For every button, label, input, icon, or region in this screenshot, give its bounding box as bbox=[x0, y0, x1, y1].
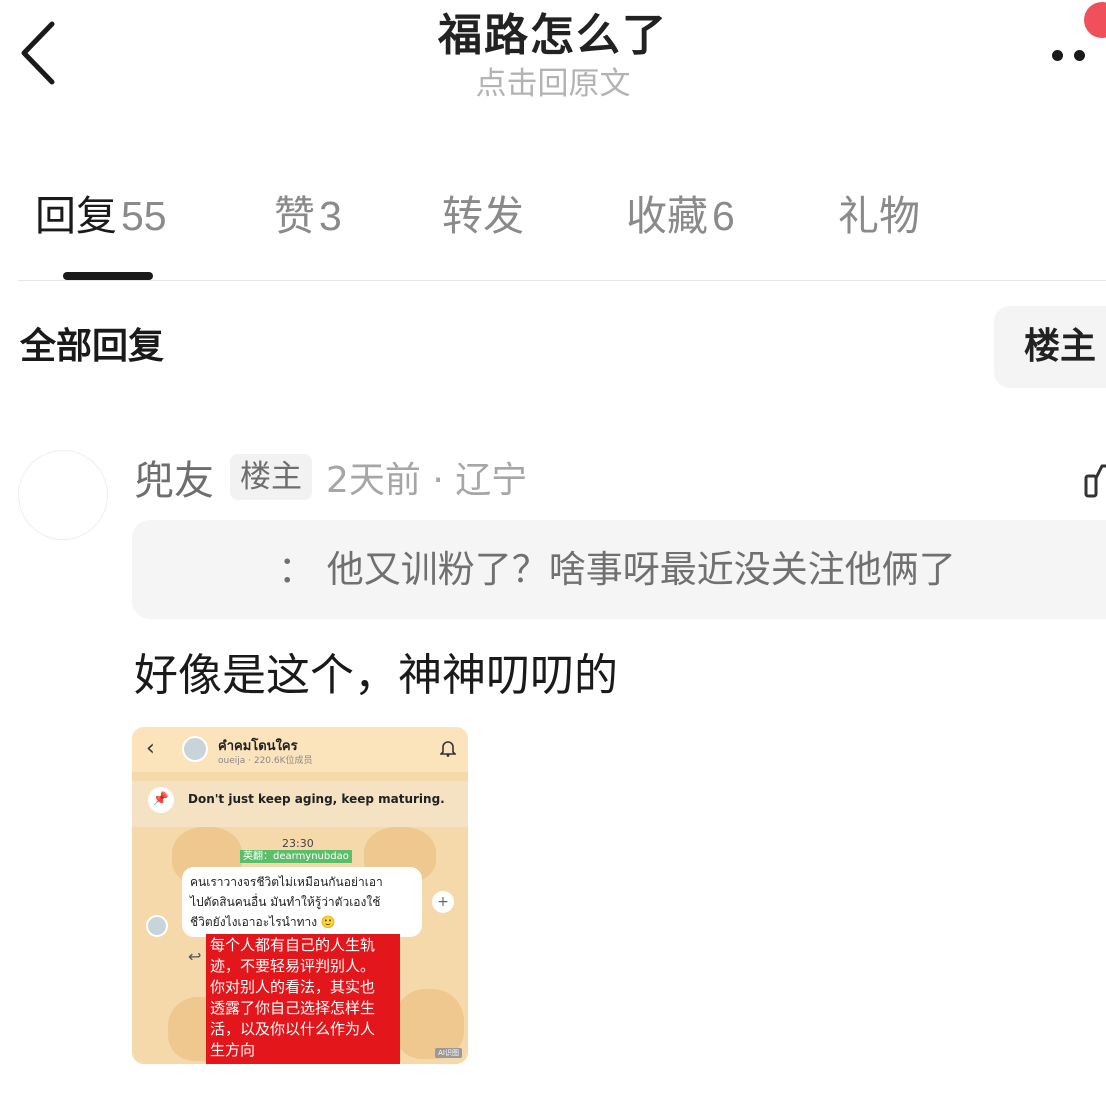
tab-gifts[interactable]: 礼物 bbox=[838, 186, 920, 246]
tab-favorites[interactable]: 收藏6 bbox=[626, 186, 735, 246]
tab-label: 赞 bbox=[274, 192, 315, 240]
tab-bar: 回复55 赞3 转发 收藏6 礼物 bbox=[0, 186, 1106, 246]
embed-message-line: ไปตัดสินคนอื่น มันทำให้รู้ว่าตัวเองใช้ bbox=[190, 895, 381, 909]
op-badge: 楼主 bbox=[230, 454, 312, 500]
notification-badge bbox=[1084, 2, 1106, 38]
embed-add-icon: + bbox=[432, 891, 454, 913]
op-only-toggle[interactable]: 楼主 bbox=[994, 306, 1106, 388]
embed-highlight-line: 透露了你自己选择怎样生 bbox=[210, 999, 376, 1017]
comment-meta: 2天前 · 辽宁 bbox=[326, 460, 528, 501]
post-title: 福路怎么了 bbox=[438, 10, 668, 61]
more-dots-icon-dot bbox=[1074, 50, 1085, 61]
tab-label: 回复 bbox=[35, 192, 117, 240]
tab-count: 6 bbox=[712, 193, 735, 239]
tab-count: 3 bbox=[319, 193, 342, 239]
pin-icon: 📌 bbox=[148, 787, 174, 813]
quoted-text: ： 他又训粉了？啥事呀最近没关注他俩了 bbox=[278, 548, 956, 591]
avatar[interactable] bbox=[18, 450, 108, 540]
comment-header: 兜友 楼主 2天前 · 辽宁 bbox=[134, 452, 528, 504]
embed-highlight-line: 活，以及你以什么作为人 bbox=[210, 1020, 376, 1038]
bell-icon bbox=[440, 741, 456, 757]
embed-sender-avatar bbox=[146, 915, 168, 937]
tab-count: 55 bbox=[121, 193, 167, 239]
embed-message-line: ชีวิตยังไงเอาอะไรนำทาง 🙂 bbox=[190, 915, 336, 929]
embed-highlight-line: 你对别人的看法，其实也 bbox=[210, 978, 376, 996]
embed-reply-icon: ↩ bbox=[188, 947, 202, 966]
tab-replies[interactable]: 回复55 bbox=[35, 186, 167, 246]
active-tab-indicator bbox=[63, 272, 153, 280]
tab-label: 转发 bbox=[442, 192, 524, 240]
like-button[interactable] bbox=[1084, 460, 1106, 500]
view-original-link[interactable]: 点击回原文 bbox=[0, 64, 1106, 104]
embed-time: 23:30 bbox=[282, 837, 314, 850]
embed-channel-sub: oueija · 220.6K位成员 bbox=[218, 756, 313, 766]
attached-image[interactable]: ‹ คำคมโดนใคร oueija · 220.6K位成员 📌 Don't … bbox=[132, 727, 468, 1064]
tab-label: 收藏 bbox=[626, 192, 708, 240]
embed-highlight-line: 迹，不要轻易评判别人。 bbox=[210, 957, 376, 975]
more-dots-icon bbox=[1052, 50, 1063, 61]
embed-watermark: AI识图 bbox=[435, 1048, 462, 1058]
embed-message-line: คนเราวางจรชีวิตไม่เหมือนกันอย่าเอา bbox=[190, 875, 383, 889]
comment-text: 好像是这个，神神叨叨的 bbox=[134, 650, 618, 701]
embed-highlight-line: 生方向 bbox=[210, 1041, 256, 1059]
tab-label: 礼物 bbox=[838, 192, 920, 240]
embed-back-icon: ‹ bbox=[146, 736, 155, 761]
tab-shares[interactable]: 转发 bbox=[442, 186, 524, 246]
post-replies-page: 福路怎么了 点击回原文 回复55 赞3 转发 收藏6 礼物 全部回复 楼主 兜友 bbox=[0, 0, 1106, 1106]
embed-translate-tag: 英翻：dearmynubdao bbox=[240, 850, 352, 863]
thumbs-up-icon bbox=[1084, 464, 1106, 498]
op-only-label: 楼主 bbox=[1024, 326, 1097, 367]
username[interactable]: 兜友 bbox=[134, 448, 214, 506]
all-replies-label: 全部回复 bbox=[20, 326, 165, 367]
embed-channel-avatar bbox=[182, 736, 208, 762]
embed-highlight-line: 每个人都有自己的人生轨 bbox=[210, 936, 376, 954]
header: 福路怎么了 点击回原文 bbox=[0, 10, 1106, 104]
tab-likes[interactable]: 赞3 bbox=[274, 186, 342, 246]
tab-divider bbox=[18, 280, 1106, 281]
more-button[interactable] bbox=[1050, 2, 1106, 70]
embed-pinned-text: Don't just keep aging, keep maturing. bbox=[188, 792, 445, 806]
